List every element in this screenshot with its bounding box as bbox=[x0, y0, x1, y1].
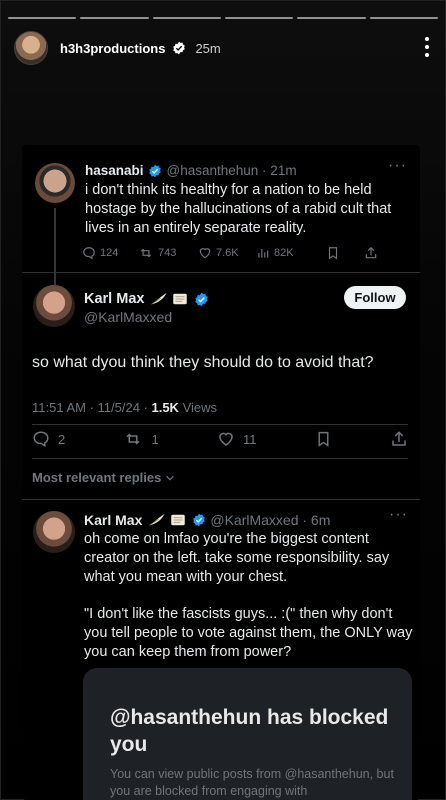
more-options-icon[interactable] bbox=[424, 37, 430, 57]
views-label: Views bbox=[178, 400, 218, 415]
tweet-text: oh come on lmfao you're the biggest cont… bbox=[84, 531, 390, 585]
heart-icon bbox=[219, 432, 233, 446]
main-tweet-actions: 2 1 11 bbox=[32, 428, 408, 450]
sort-replies-dropdown: Most relevant replies bbox=[32, 470, 175, 485]
like-count: 11 bbox=[242, 431, 257, 447]
story-progress-bar bbox=[8, 17, 438, 19]
scroll-icon bbox=[173, 293, 188, 305]
divider bbox=[32, 424, 408, 425]
author-handle: @KarlMaxxed bbox=[84, 309, 173, 325]
follow-button[interactable]: Follow bbox=[344, 286, 406, 309]
bookmark-icon bbox=[318, 431, 329, 447]
tweet-text: "I don't like the fascists guys... :(" t… bbox=[84, 606, 413, 660]
divider bbox=[32, 458, 408, 459]
like-action: 11 bbox=[217, 430, 257, 448]
blocked-description: You can view public posts from @hasanthe… bbox=[110, 767, 394, 798]
verified-icon bbox=[195, 292, 209, 306]
quill-icon bbox=[151, 293, 167, 305]
chevron-down-icon bbox=[166, 475, 175, 481]
progress-segment bbox=[80, 17, 149, 19]
views-count: 1.5K bbox=[151, 400, 179, 415]
verified-icon bbox=[173, 41, 186, 55]
sort-replies-label: Most relevant replies bbox=[32, 470, 162, 485]
name-emoji bbox=[148, 513, 187, 527]
tweet-timestamp: 11:51 AM · 11/5/24 · bbox=[32, 400, 152, 415]
reply-action: 2 bbox=[32, 430, 65, 448]
story-header: h3h3productions 25m bbox=[14, 29, 432, 67]
reply-tweet: Karl Max @KarlMaxxed · 6m ··· oh come on… bbox=[22, 502, 420, 800]
author-name: Karl Max bbox=[84, 512, 143, 528]
retweet-icon bbox=[126, 433, 141, 445]
retweet-action: 1 bbox=[123, 430, 159, 448]
progress-segment bbox=[224, 17, 294, 19]
story-time: 25m bbox=[195, 40, 221, 56]
reply-count: 2 bbox=[58, 431, 66, 447]
verified-icon bbox=[193, 513, 206, 527]
author-name: Karl Max bbox=[84, 291, 145, 307]
tweet-text: so what dyou think they should do to avo… bbox=[32, 354, 374, 371]
progress-segment bbox=[152, 17, 221, 19]
blocked-notice: @hasanthehun has blocked you You can vie… bbox=[83, 668, 412, 800]
quill-icon bbox=[149, 514, 165, 526]
main-tweet: Karl Max @KarlMaxxed Follow so what dyou… bbox=[22, 145, 420, 800]
share-icon bbox=[392, 431, 406, 446]
more-icon: ··· bbox=[389, 506, 408, 523]
scroll-icon bbox=[171, 514, 186, 526]
divider bbox=[22, 499, 420, 500]
author-handle: @KarlMaxxed · 6m bbox=[210, 512, 331, 528]
blocked-title: @hasanthehun has blocked you bbox=[110, 706, 389, 756]
author-name-row: Karl Max bbox=[84, 291, 209, 307]
tweet-screenshot: hasanabi @hasanthehun · 21m ··· i don't … bbox=[22, 145, 420, 800]
name-emoji bbox=[150, 292, 189, 306]
reply-header: Karl Max @KarlMaxxed · 6m bbox=[84, 512, 330, 528]
avatar bbox=[33, 285, 75, 327]
progress-segment bbox=[369, 17, 438, 19]
reply-icon bbox=[33, 431, 49, 448]
retweet-count: 1 bbox=[151, 431, 159, 447]
progress-segment bbox=[8, 17, 77, 19]
story-username[interactable]: h3h3productions bbox=[60, 41, 165, 56]
tweet-meta: 11:51 AM · 11/5/24 · 1.5K Views bbox=[32, 400, 217, 415]
story-avatar[interactable] bbox=[14, 31, 48, 65]
avatar bbox=[33, 511, 75, 553]
progress-segment bbox=[297, 17, 366, 19]
